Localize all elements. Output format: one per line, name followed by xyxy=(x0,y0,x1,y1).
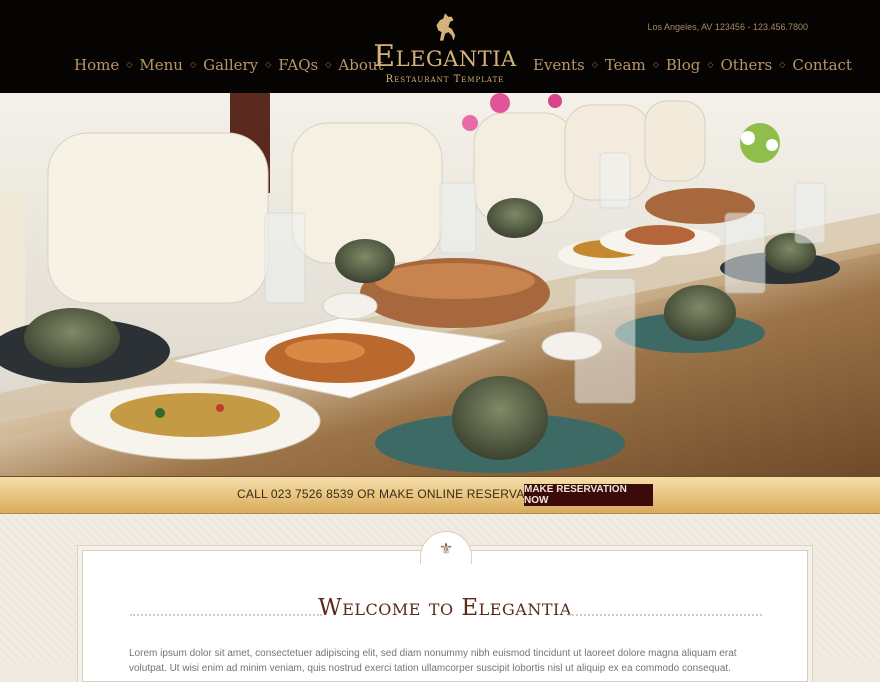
nav-home[interactable]: Home xyxy=(74,56,119,74)
nav-blog[interactable]: Blog xyxy=(666,56,700,74)
reservation-call-text: CALL 023 7526 8539 OR MAKE ONLINE RESERV… xyxy=(237,487,554,501)
make-reservation-button[interactable]: MAKE RESERVATION NOW xyxy=(524,484,653,506)
logo-name: Elegantia xyxy=(373,39,517,74)
welcome-card: Welcome to Elegantia Lorem ipsum dolor s… xyxy=(82,550,808,682)
site-logo[interactable]: Elegantia Restaurant Template xyxy=(366,10,524,88)
main-nav-right: Events ◇ Team ◇ Blog ◇ Others ◇ Contact xyxy=(533,56,852,74)
nav-separator: ◇ xyxy=(265,59,272,69)
nav-separator: ◇ xyxy=(325,59,332,69)
contact-info: Los Angeles, AV 123456 - 123.456.7800 xyxy=(647,22,808,32)
site-header: Los Angeles, AV 123456 - 123.456.7800 Ho… xyxy=(0,0,880,93)
welcome-body-text: Lorem ipsum dolor sit amet, consectetuer… xyxy=(129,648,737,674)
title-divider-left xyxy=(130,614,322,616)
nav-separator: ◇ xyxy=(652,59,659,69)
nav-contact[interactable]: Contact xyxy=(792,56,852,74)
hero-image xyxy=(0,93,880,476)
welcome-title: Welcome to Elegantia xyxy=(318,595,572,621)
nav-events[interactable]: Events xyxy=(533,56,585,74)
nav-menu[interactable]: Menu xyxy=(139,56,183,74)
nav-separator: ◇ xyxy=(126,59,133,69)
logo-subtitle: Restaurant Template xyxy=(385,74,505,85)
nav-others[interactable]: Others xyxy=(721,56,773,74)
nav-team[interactable]: Team xyxy=(605,56,646,74)
nav-separator: ◇ xyxy=(707,59,714,69)
main-nav-left: Home ◇ Menu ◇ Gallery ◇ FAQs ◇ About xyxy=(74,56,384,74)
welcome-section: Welcome to Elegantia Lorem ipsum dolor s… xyxy=(0,514,880,682)
nav-separator: ◇ xyxy=(591,59,598,69)
nav-gallery[interactable]: Gallery xyxy=(203,56,258,74)
restaurant-table-illustration xyxy=(0,93,880,476)
reservation-bar: CALL 023 7526 8539 OR MAKE ONLINE RESERV… xyxy=(0,476,880,514)
title-divider-right xyxy=(569,614,762,616)
nav-separator: ◇ xyxy=(189,59,197,69)
fleur-de-lis-icon: ⚜ xyxy=(420,531,472,564)
nav-faqs[interactable]: FAQs xyxy=(278,56,318,74)
nav-separator: ◇ xyxy=(779,59,786,69)
